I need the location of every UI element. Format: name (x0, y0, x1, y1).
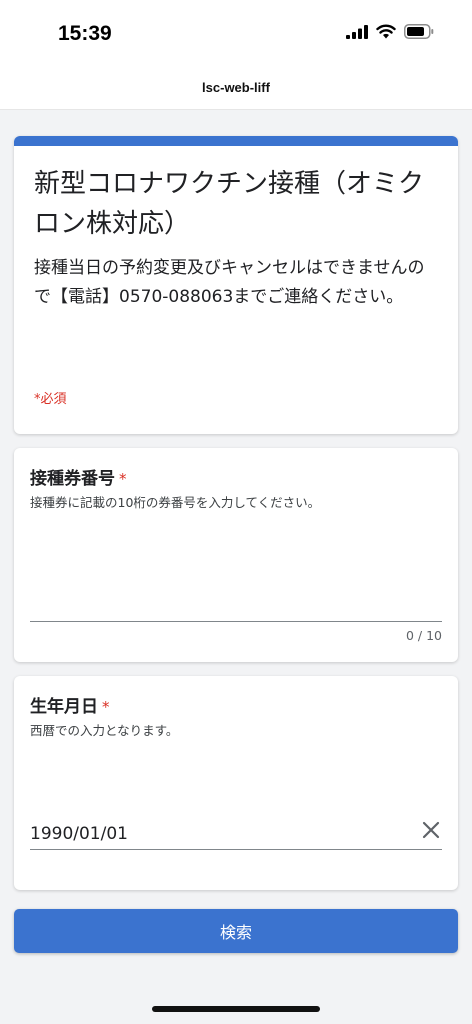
question-description: 接種券に記載の10桁の券番号を入力してください。 (30, 495, 321, 510)
birth-date-input[interactable] (30, 818, 442, 850)
browser-nav-bar: lsc-web-liff (0, 70, 472, 110)
search-button[interactable]: 検索 (14, 909, 458, 953)
battery-icon (404, 24, 434, 39)
wifi-icon (376, 24, 396, 39)
clear-icon[interactable] (420, 819, 442, 841)
question-description: 西暦での入力となります。 (30, 723, 179, 738)
question-title-text: 生年月日 (30, 697, 98, 717)
form-description: 接種当日の予約変更及びキャンセルはできませんので【電話】0570-088063ま… (34, 258, 425, 307)
required-mark: * (119, 470, 127, 488)
question-title-text: 接種券番号 (30, 469, 115, 489)
character-counter: 0 / 10 (405, 628, 442, 643)
status-icons (346, 24, 434, 39)
card-accent-bar (14, 136, 458, 146)
question-ticket-number: 接種券番号 * 接種券に記載の10桁の券番号を入力してください。 0 / 10 (14, 448, 458, 662)
status-time: 15:39 (58, 22, 112, 45)
status-bar: 15:39 (0, 0, 472, 70)
question-title: 生年月日 * (30, 692, 110, 717)
form-title: 新型コロナワクチン接種（オミクロン株対応） (34, 169, 425, 239)
form-header-card: 新型コロナワクチン接種（オミクロン株対応） 接種当日の予約変更及びキャンセルはで… (14, 136, 458, 434)
question-date-of-birth: 生年月日 * 西暦での入力となります。 (14, 676, 458, 890)
cellular-signal-icon (346, 24, 368, 39)
required-note: *必須 (34, 392, 67, 407)
home-indicator (152, 1006, 320, 1012)
required-mark: * (102, 698, 110, 716)
ticket-number-input[interactable] (30, 590, 442, 622)
question-title: 接種券番号 * (30, 464, 127, 489)
page-title: lsc-web-liff (202, 80, 270, 95)
